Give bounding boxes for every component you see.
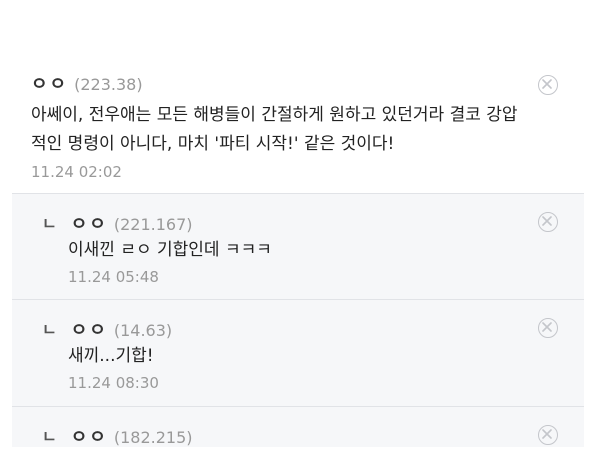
delete-button[interactable] (538, 212, 558, 232)
delete-button[interactable] (538, 75, 558, 95)
reply-arrow-icon: ㄴ (42, 427, 57, 446)
reply-arrow-icon: ㄴ (42, 214, 57, 233)
reply-comment: ㄴ ㅇㅇ (221.167) 이새낀 ㄹㅇ 기합인데 ㅋㅋㅋ 11.24 05:… (12, 193, 584, 300)
delete-button[interactable] (538, 318, 558, 338)
comment-text-line: 아쎄이, 전우애는 모든 해병들이 간절하게 원하고 있던거라 결코 강압 (31, 105, 518, 125)
comment-header: ㅇㅇ (223.38) (31, 70, 143, 96)
comment-header: ㄴ ㅇㅇ (14.63) (42, 316, 172, 342)
comment-date: 11.24 08:30 (68, 374, 159, 392)
delete-button[interactable] (538, 425, 558, 445)
nickname[interactable]: ㅇㅇ (71, 316, 108, 342)
comment-text: 아쎄이, 전우애는 모든 해병들이 간절하게 원하고 있던거라 결코 강압 적인… (31, 101, 518, 159)
comment-text: 이새낀 ㄹㅇ 기합인데 ㅋㅋㅋ (68, 240, 272, 260)
comment-text: 새끼...기합! (68, 346, 154, 366)
ip-address: (221.167) (113, 215, 193, 234)
ip-address: (14.63) (113, 321, 173, 340)
nickname[interactable]: ㅇㅇ (71, 423, 108, 449)
close-icon (542, 429, 552, 439)
comment-date: 11.24 02:02 (31, 163, 122, 181)
nickname[interactable]: ㅇㅇ (71, 210, 108, 236)
comment-header: ㄴ ㅇㅇ (182.215) (42, 423, 193, 449)
comment-text-line: 적인 명령이 아니다, 마치 '파티 시작!' 같은 것이다! (31, 134, 395, 154)
nickname[interactable]: ㅇㅇ (31, 70, 68, 96)
close-icon (542, 216, 552, 226)
comment-header: ㄴ ㅇㅇ (221.167) (42, 210, 193, 236)
close-icon (542, 322, 552, 332)
close-icon (542, 79, 552, 89)
comment: ㅇㅇ (223.38) 아쎄이, 전우애는 모든 해병들이 간절하게 원하고 있… (0, 0, 590, 193)
comment-date: 11.24 05:48 (68, 268, 159, 286)
ip-address: (182.215) (113, 428, 193, 447)
reply-comment: ㄴ ㅇㅇ (182.215) (12, 406, 584, 449)
reply-comment: ㄴ ㅇㅇ (14.63) 새끼...기합! 11.24 08:30 (12, 299, 584, 407)
ip-address: (223.38) (74, 75, 143, 94)
reply-arrow-icon: ㄴ (42, 320, 57, 339)
